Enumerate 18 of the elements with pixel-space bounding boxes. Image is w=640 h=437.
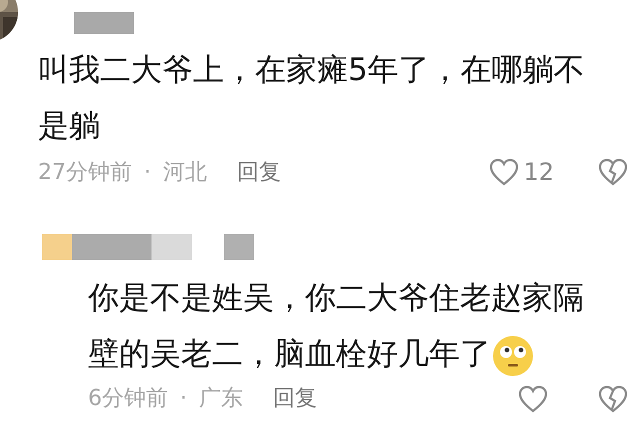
broken-heart-icon[interactable]: [598, 384, 628, 412]
timestamp: 27分钟前: [38, 158, 132, 186]
timestamp: 6分钟前: [88, 385, 168, 413]
like-count: 12: [523, 157, 554, 188]
broken-heart-icon[interactable]: [598, 158, 628, 186]
reply-link[interactable]: 回复: [237, 156, 281, 188]
separator-dot: ·: [180, 385, 187, 413]
reply-link[interactable]: 回复: [273, 382, 317, 415]
emoji-icon: [491, 334, 535, 378]
comment-text: 叫我二大爷上，在家瘫5年了，在哪躺不是躺: [38, 51, 586, 146]
heart-icon[interactable]: [489, 158, 520, 186]
redacted-name: [74, 12, 134, 34]
location-label: 广东: [199, 385, 243, 413]
heart-icon[interactable]: [518, 384, 548, 412]
separator-dot: ·: [144, 158, 151, 186]
redacted-name: [224, 234, 254, 260]
location-label: 河北: [163, 158, 207, 186]
comment-text: 你是不是姓吴，你二大爷住老赵家隔壁的吴老二，脑血栓好几年了: [88, 270, 608, 382]
